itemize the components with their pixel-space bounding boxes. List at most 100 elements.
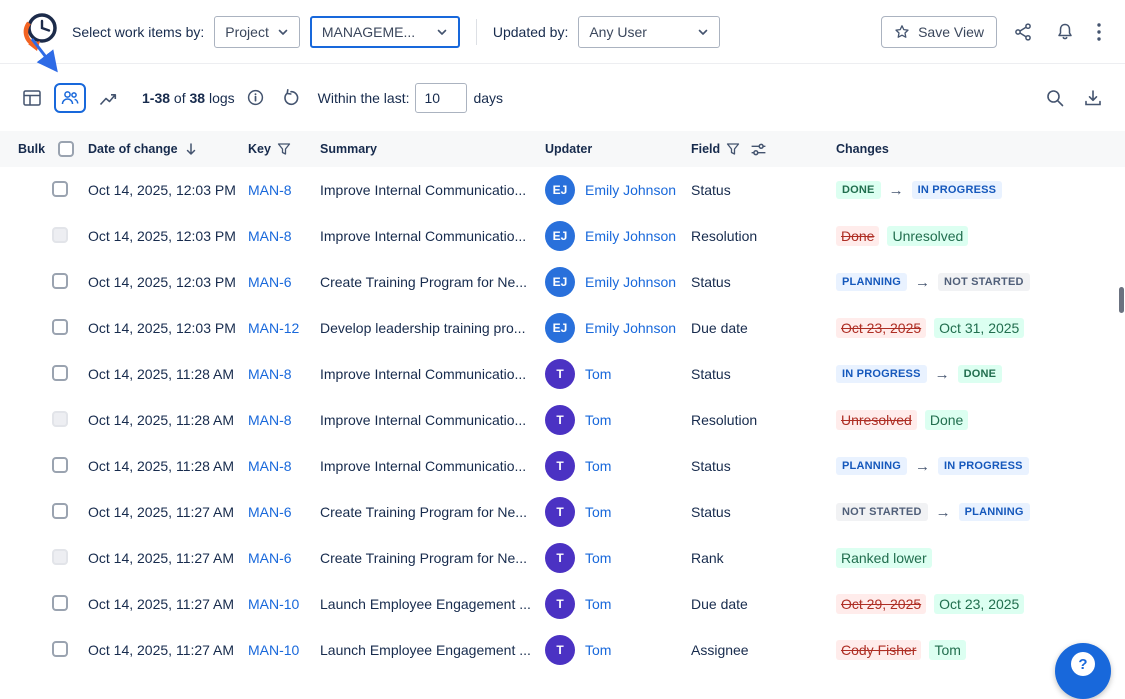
row-field: Status bbox=[691, 366, 836, 382]
top-bar: Select work items by: Project MANAGEME..… bbox=[0, 0, 1125, 64]
row-updater-link[interactable]: Emily Johnson bbox=[585, 274, 676, 290]
key-cell: MAN-6 bbox=[248, 274, 320, 290]
updater-cell: T Tom bbox=[545, 589, 691, 619]
row-summary: Create Training Program for Ne... bbox=[320, 274, 545, 290]
log-table: Bulk Date of change Key Summary Updater … bbox=[0, 131, 1125, 673]
key-cell: MAN-10 bbox=[248, 642, 320, 658]
search-icon bbox=[1045, 88, 1065, 108]
project-select-dropdown[interactable]: MANAGEME... bbox=[310, 16, 460, 48]
row-key-link[interactable]: MAN-8 bbox=[248, 228, 292, 244]
row-checkbox[interactable] bbox=[52, 641, 68, 657]
days-input[interactable] bbox=[415, 83, 467, 113]
chevron-down-icon bbox=[436, 26, 448, 38]
key-filter-icon[interactable] bbox=[277, 142, 291, 156]
chevron-down-icon bbox=[697, 26, 709, 38]
row-date: Oct 14, 2025, 11:27 AM bbox=[88, 504, 248, 520]
row-key-link[interactable]: MAN-12 bbox=[248, 320, 299, 336]
table-row: Oct 14, 2025, 11:28 AM MAN-8 Improve Int… bbox=[0, 443, 1125, 489]
updated-by-dropdown[interactable]: Any User bbox=[578, 16, 720, 48]
row-field: Status bbox=[691, 182, 836, 198]
row-updater-link[interactable]: Tom bbox=[585, 504, 611, 520]
sort-descending-icon[interactable] bbox=[184, 142, 198, 156]
field-settings-icon[interactable] bbox=[750, 141, 767, 158]
updater-cell: T Tom bbox=[545, 359, 691, 389]
row-key-link[interactable]: MAN-10 bbox=[248, 642, 299, 658]
table-view-button[interactable] bbox=[16, 83, 48, 113]
row-updater-link[interactable]: Tom bbox=[585, 596, 611, 612]
select-all-checkbox[interactable] bbox=[58, 141, 74, 157]
updater-cell: T Tom bbox=[545, 451, 691, 481]
refresh-button[interactable] bbox=[276, 85, 306, 111]
row-checkbox[interactable] bbox=[52, 549, 68, 565]
row-updater-link[interactable]: Tom bbox=[585, 458, 611, 474]
app-logo[interactable] bbox=[18, 9, 62, 55]
bulk-cell bbox=[18, 181, 88, 200]
row-key-link[interactable]: MAN-8 bbox=[248, 182, 292, 198]
transition-arrow-icon: → bbox=[936, 505, 951, 520]
row-key-link[interactable]: MAN-6 bbox=[248, 550, 292, 566]
share-button[interactable] bbox=[1007, 18, 1039, 46]
row-field: Status bbox=[691, 504, 836, 520]
row-changes: NOT STARTED→PLANNING bbox=[836, 503, 1125, 521]
table-row: Oct 14, 2025, 12:03 PM MAN-12 Develop le… bbox=[0, 305, 1125, 351]
new-value: Oct 31, 2025 bbox=[934, 318, 1024, 338]
row-changes: Ranked lower bbox=[836, 548, 1125, 568]
row-key-link[interactable]: MAN-6 bbox=[248, 274, 292, 290]
row-updater-link[interactable]: Tom bbox=[585, 642, 611, 658]
notifications-button[interactable] bbox=[1049, 18, 1081, 46]
row-key-link[interactable]: MAN-8 bbox=[248, 412, 292, 428]
row-updater-link[interactable]: Tom bbox=[585, 550, 611, 566]
row-key-link[interactable]: MAN-10 bbox=[248, 596, 299, 612]
more-menu-button[interactable] bbox=[1091, 19, 1107, 45]
row-checkbox[interactable] bbox=[52, 595, 68, 611]
people-view-button[interactable] bbox=[54, 83, 86, 113]
trend-view-button[interactable] bbox=[92, 83, 124, 113]
key-header: Key bbox=[248, 142, 320, 156]
row-checkbox[interactable] bbox=[52, 227, 68, 243]
row-updater-link[interactable]: Emily Johnson bbox=[585, 182, 676, 198]
download-button[interactable] bbox=[1077, 84, 1109, 112]
avatar: T bbox=[545, 497, 575, 527]
log-count-total: 38 bbox=[190, 90, 206, 106]
key-header-label: Key bbox=[248, 142, 271, 156]
filter-type-dropdown[interactable]: Project bbox=[214, 16, 300, 48]
row-changes: DoneUnresolved bbox=[836, 226, 1125, 246]
row-checkbox[interactable] bbox=[52, 181, 68, 197]
key-cell: MAN-8 bbox=[248, 228, 320, 244]
row-updater-link[interactable]: Tom bbox=[585, 412, 611, 428]
row-checkbox[interactable] bbox=[52, 411, 68, 427]
search-button[interactable] bbox=[1039, 84, 1071, 112]
row-key-link[interactable]: MAN-8 bbox=[248, 458, 292, 474]
changes-header: Changes bbox=[836, 142, 1125, 156]
project-select-value: MANAGEME... bbox=[322, 24, 415, 40]
help-fab-button[interactable]: ? bbox=[1055, 643, 1111, 699]
row-key-link[interactable]: MAN-6 bbox=[248, 504, 292, 520]
row-checkbox[interactable] bbox=[52, 503, 68, 519]
share-icon bbox=[1013, 22, 1033, 42]
transition-arrow-icon: → bbox=[889, 183, 904, 198]
info-button[interactable] bbox=[241, 85, 270, 110]
row-updater-link[interactable]: Emily Johnson bbox=[585, 320, 676, 336]
status-badge-new: NOT STARTED bbox=[938, 273, 1030, 291]
field-filter-icon[interactable] bbox=[726, 142, 740, 156]
row-key-link[interactable]: MAN-8 bbox=[248, 366, 292, 382]
row-checkbox[interactable] bbox=[52, 319, 68, 335]
row-checkbox[interactable] bbox=[52, 273, 68, 289]
table-row: Oct 14, 2025, 11:28 AM MAN-8 Improve Int… bbox=[0, 397, 1125, 443]
scrollbar-thumb[interactable] bbox=[1119, 287, 1124, 313]
save-view-button[interactable]: Save View bbox=[881, 16, 997, 48]
star-icon bbox=[894, 24, 910, 40]
updater-cell: T Tom bbox=[545, 405, 691, 435]
select-work-items-label: Select work items by: bbox=[72, 24, 204, 40]
view-toolbar: 1-38 of 38 logs Within the last: days bbox=[0, 64, 1125, 131]
status-badge-new: DONE bbox=[958, 365, 1003, 383]
avatar: EJ bbox=[545, 221, 575, 251]
updater-header-label: Updater bbox=[545, 142, 592, 156]
row-updater-link[interactable]: Emily Johnson bbox=[585, 228, 676, 244]
status-badge-old: NOT STARTED bbox=[836, 503, 928, 521]
row-checkbox[interactable] bbox=[52, 365, 68, 381]
row-date: Oct 14, 2025, 11:28 AM bbox=[88, 366, 248, 382]
row-checkbox[interactable] bbox=[52, 457, 68, 473]
table-row: Oct 14, 2025, 11:27 AM MAN-10 Launch Emp… bbox=[0, 581, 1125, 627]
row-updater-link[interactable]: Tom bbox=[585, 366, 611, 382]
